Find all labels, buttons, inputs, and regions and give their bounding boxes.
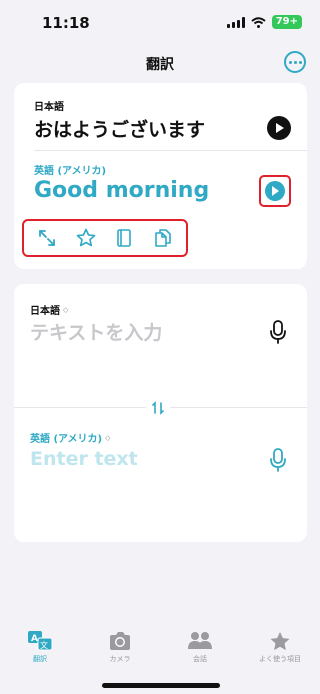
dot (288, 60, 292, 64)
tab-label: よく使う項目 (259, 655, 301, 663)
chevron-updown-icon: ◇ (63, 305, 69, 314)
target-language-name: 英語 (アメリカ) (30, 434, 103, 445)
status-icons: 79+ (226, 15, 302, 29)
translate-icon: A 文 (26, 630, 54, 652)
swap-icon (152, 401, 164, 415)
action-buttons-group (22, 219, 188, 257)
tab-label: 翻訳 (33, 655, 47, 663)
play-target-highlight (259, 175, 291, 207)
swap-languages-button[interactable] (146, 396, 170, 420)
tab-favorites[interactable]: よく使う項目 (240, 630, 320, 670)
star-outline-icon (76, 228, 96, 247)
dot (293, 60, 297, 64)
expand-icon (39, 230, 56, 246)
chevron-updown-icon: ◇ (105, 433, 111, 442)
source-text-input[interactable]: テキストを入力 (30, 318, 162, 345)
home-indicator (102, 683, 220, 688)
copy-icon (154, 229, 171, 247)
tab-conversation[interactable]: 会話 (160, 630, 240, 670)
play-target-button[interactable] (265, 181, 285, 201)
svg-text:A: A (31, 634, 38, 644)
signal-icon (226, 16, 245, 28)
source-language-label: 日本語 (34, 102, 64, 113)
play-source-button[interactable] (267, 116, 291, 140)
copy-button[interactable] (150, 225, 176, 251)
tab-camera[interactable]: カメラ (80, 630, 160, 670)
tab-translate[interactable]: A 文 翻訳 (0, 630, 80, 670)
input-card: 日本語 ◇ テキストを入力 英語 (アメリカ) ◇ Enter text (14, 284, 307, 542)
people-icon (187, 630, 213, 652)
book-icon (117, 229, 132, 247)
fullscreen-button[interactable] (34, 225, 60, 251)
tab-bar: A 文 翻訳 カメラ 会話 よく使う項目 (0, 630, 320, 670)
tab-label: カメラ (109, 655, 131, 663)
page-title: 翻訳 (146, 57, 174, 73)
favorite-button[interactable] (73, 225, 99, 251)
target-text-input[interactable]: Enter text (30, 448, 138, 470)
target-language-selector[interactable]: 英語 (アメリカ) ◇ (30, 430, 111, 446)
divider (34, 150, 307, 151)
tab-label: 会話 (193, 655, 207, 663)
status-bar: 11:18 79+ (0, 0, 320, 44)
dictionary-button[interactable] (111, 225, 137, 251)
target-text[interactable]: Good morning (34, 178, 209, 203)
source-language-selector[interactable]: 日本語 ◇ (30, 302, 69, 318)
status-time: 11:18 (42, 14, 90, 32)
microphone-icon[interactable] (269, 448, 287, 472)
svg-text:文: 文 (40, 640, 48, 650)
star-icon (269, 630, 291, 652)
translation-result-card: 日本語 おはようございます 英語 (アメリカ) Good morning (14, 83, 307, 269)
camera-icon (108, 630, 132, 652)
dot (298, 60, 302, 64)
battery-indicator: 79+ (271, 15, 302, 29)
wifi-icon (251, 16, 266, 28)
more-options-button[interactable] (284, 51, 306, 73)
target-language-label: 英語 (アメリカ) (34, 166, 107, 177)
source-language-name: 日本語 (30, 306, 60, 317)
microphone-icon[interactable] (269, 320, 287, 344)
source-text[interactable]: おはようございます (34, 115, 205, 142)
